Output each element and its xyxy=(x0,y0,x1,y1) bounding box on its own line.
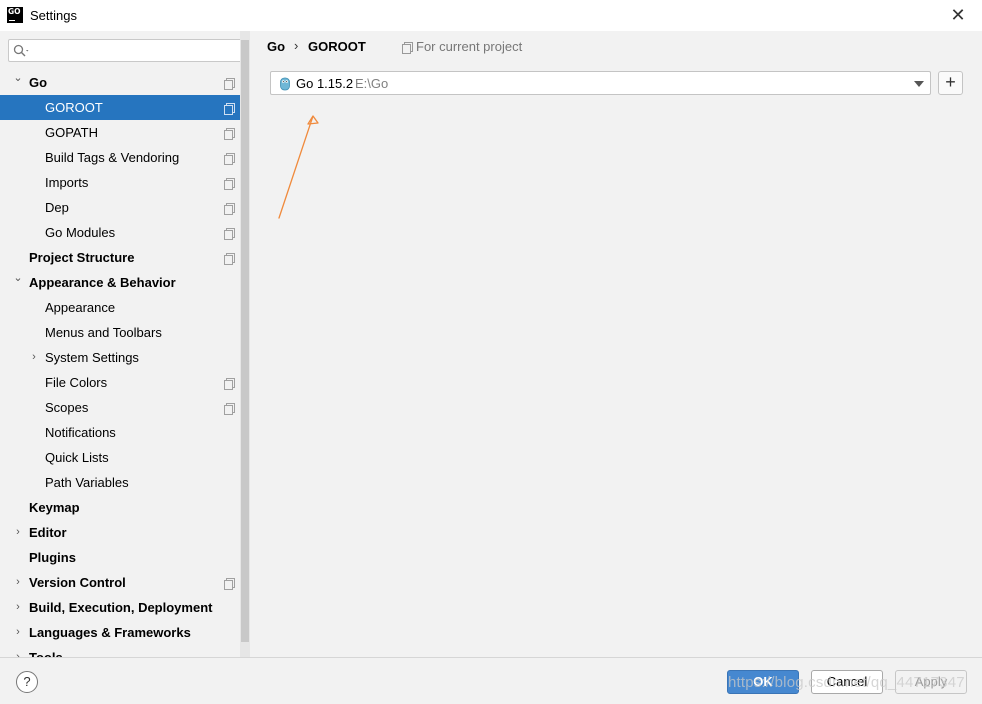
sidebar-item-label: Menus and Toolbars xyxy=(45,325,162,340)
sidebar-item-version-control[interactable]: › Version Control xyxy=(0,570,240,595)
chevron-down-icon[interactable]: ⌄ xyxy=(13,66,23,91)
scope-note: For current project xyxy=(402,39,522,54)
breadcrumb-separator: › xyxy=(294,38,299,53)
sidebar-item-gopath[interactable]: GOPATH xyxy=(0,120,240,145)
project-level-icon xyxy=(224,378,235,390)
help-button[interactable]: ? xyxy=(16,671,38,693)
sidebar-item-label: Tools xyxy=(29,645,63,657)
close-icon[interactable]: ✕ xyxy=(949,6,967,24)
chevron-right-icon[interactable]: › xyxy=(29,345,39,370)
sidebar-item-label: Languages & Frameworks xyxy=(29,625,191,640)
search-icon xyxy=(13,44,29,57)
sidebar-item-build-execution-deployment[interactable]: › Build, Execution, Deployment xyxy=(0,595,240,620)
sidebar-item-label: GOROOT xyxy=(45,100,103,115)
sidebar-item-appearance-behavior[interactable]: ⌄ Appearance & Behavior xyxy=(0,270,240,295)
sidebar-item-label: System Settings xyxy=(45,350,139,365)
sidebar-item-label: Version Control xyxy=(29,575,126,590)
breadcrumb-current: GOROOT xyxy=(308,39,366,54)
sidebar-item-label: Imports xyxy=(45,175,89,190)
sidebar-item-go-modules[interactable]: Go Modules xyxy=(0,220,240,245)
sidebar-item-editor[interactable]: › Editor xyxy=(0,520,240,545)
sidebar-item-menus-and-toolbars[interactable]: Menus and Toolbars xyxy=(0,320,240,345)
sidebar-item-label: GOPATH xyxy=(45,125,98,140)
sidebar-scrollbar-thumb[interactable] xyxy=(241,40,249,642)
add-sdk-button[interactable]: + xyxy=(938,71,963,95)
sidebar-item-plugins[interactable]: Plugins xyxy=(0,545,240,570)
sidebar-item-label: Editor xyxy=(29,525,67,540)
sidebar-item-keymap[interactable]: Keymap xyxy=(0,495,240,520)
gopher-icon xyxy=(280,77,290,91)
sidebar-item-label: File Colors xyxy=(45,375,108,390)
sidebar-item-path-variables[interactable]: Path Variables xyxy=(0,470,240,495)
project-level-icon xyxy=(224,78,235,90)
project-level-icon xyxy=(224,103,235,115)
sidebar-item-dep[interactable]: Dep xyxy=(0,195,240,220)
project-level-icon xyxy=(224,578,235,590)
sidebar-item-label: Scopes xyxy=(45,400,89,415)
breadcrumb-parent: Go xyxy=(267,39,286,54)
sidebar-item-scopes[interactable]: Scopes xyxy=(0,395,240,420)
sidebar-item-label: Plugins xyxy=(29,550,76,565)
sidebar-item-label: Appearance & Behavior xyxy=(29,275,176,290)
sidebar-item-go[interactable]: ⌄ Go xyxy=(0,70,240,95)
sidebar-item-label: Keymap xyxy=(29,500,80,515)
sidebar-item-label: Build, Execution, Deployment xyxy=(29,600,213,615)
chevron-down-icon xyxy=(914,81,924,87)
search-input[interactable] xyxy=(8,39,242,62)
chevron-right-icon[interactable]: › xyxy=(13,520,23,545)
project-level-icon xyxy=(224,153,235,165)
settings-content: Go › GOROOT For current project Go 1.15.… xyxy=(250,31,982,657)
sdk-name: Go 1.15.2 xyxy=(296,76,354,91)
chevron-right-icon[interactable]: › xyxy=(13,595,23,620)
project-level-icon xyxy=(224,178,235,190)
settings-sidebar: ⌄ Go GOROOT GOPATH Build Tags & Vendoring Imp… xyxy=(0,31,250,657)
chevron-right-icon[interactable]: › xyxy=(13,570,23,595)
sidebar-item-file-colors[interactable]: File Colors xyxy=(0,370,240,395)
sidebar-item-build-tags-vendoring[interactable]: Build Tags & Vendoring xyxy=(0,145,240,170)
project-level-icon xyxy=(224,228,235,240)
sidebar-item-label: Notifications xyxy=(45,425,116,440)
sidebar-item-label: Project Structure xyxy=(29,250,135,265)
sidebar-item-notifications[interactable]: Notifications xyxy=(0,420,240,445)
title-bar: GO Settings ✕ xyxy=(0,0,982,31)
goland-app-icon: GO xyxy=(7,7,23,23)
sidebar-item-label: Quick Lists xyxy=(45,450,109,465)
chevron-right-icon[interactable]: › xyxy=(13,645,23,657)
sidebar-item-imports[interactable]: Imports xyxy=(0,170,240,195)
sidebar-item-goroot[interactable]: GOROOT xyxy=(0,95,240,120)
sidebar-item-languages-frameworks[interactable]: › Languages & Frameworks xyxy=(0,620,240,645)
sidebar-item-label: Build Tags & Vendoring xyxy=(45,150,180,165)
sidebar-item-appearance[interactable]: Appearance xyxy=(0,295,240,320)
sidebar-item-label: Appearance xyxy=(45,300,116,315)
project-level-icon xyxy=(224,403,235,415)
window-title: Settings xyxy=(30,8,77,23)
settings-tree: ⌄ Go GOROOT GOPATH Build Tags & Vendoring Imp… xyxy=(0,70,240,657)
project-level-icon xyxy=(224,253,235,265)
project-level-icon xyxy=(224,128,235,140)
sidebar-item-quick-lists[interactable]: Quick Lists xyxy=(0,445,240,470)
sidebar-item-label: Go xyxy=(29,75,48,90)
project-level-icon xyxy=(224,203,235,215)
sidebar-item-label: Go Modules xyxy=(45,225,116,240)
project-icon xyxy=(402,42,413,54)
sidebar-item-system-settings[interactable]: › System Settings xyxy=(0,345,240,370)
watermark: https://blog.csdn.net/qq_44717347 xyxy=(728,674,965,691)
sidebar-item-tools[interactable]: › Tools xyxy=(0,645,240,657)
chevron-down-icon[interactable]: ⌄ xyxy=(13,266,23,291)
sidebar-item-label: Dep xyxy=(45,200,69,215)
sdk-path: E:\Go xyxy=(355,76,389,91)
sidebar-item-project-structure[interactable]: Project Structure xyxy=(0,245,240,270)
chevron-right-icon[interactable]: › xyxy=(13,620,23,645)
sidebar-item-label: Path Variables xyxy=(45,475,129,490)
goroot-sdk-select[interactable]: Go 1.15.2 E:\Go xyxy=(270,71,931,95)
